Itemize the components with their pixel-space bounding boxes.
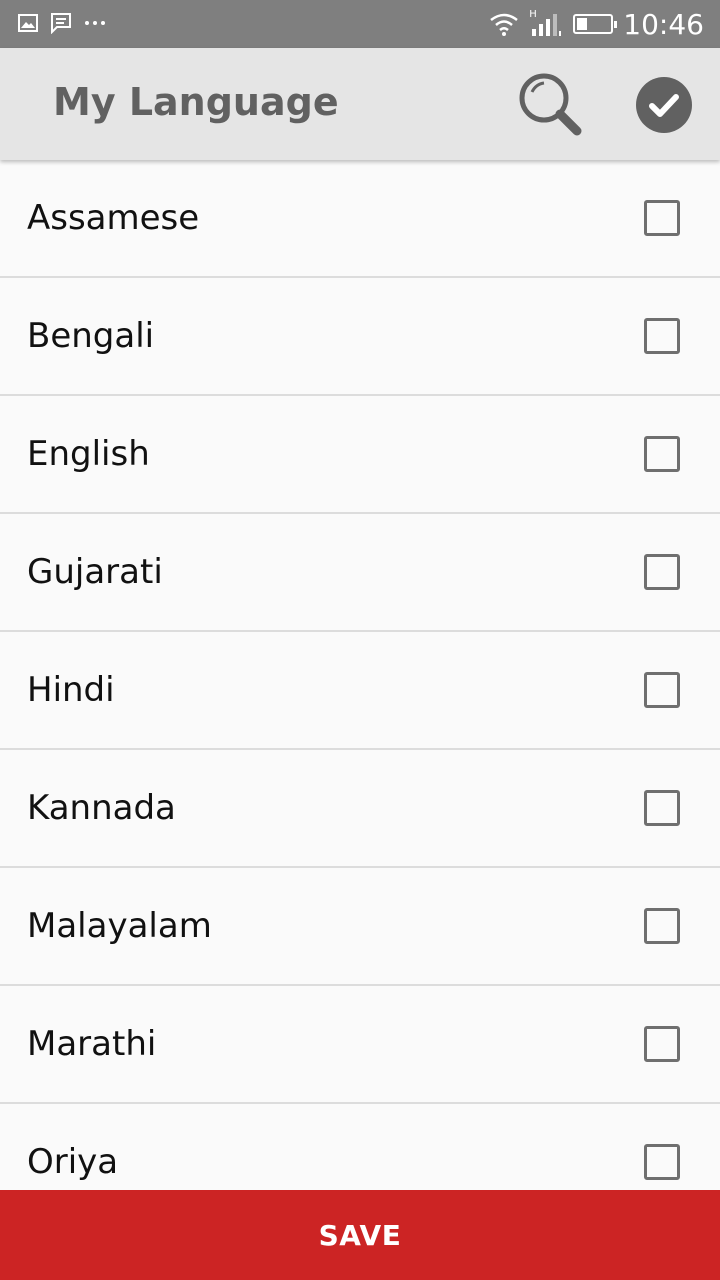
language-checkbox[interactable] (644, 672, 680, 708)
language-checkbox[interactable] (644, 908, 680, 944)
language-row[interactable]: Marathi (0, 986, 720, 1104)
language-row[interactable]: Oriya (0, 1104, 720, 1190)
language-checkbox[interactable] (644, 554, 680, 590)
signal-indicator: H (529, 9, 563, 37)
language-label: Oriya (27, 1142, 119, 1182)
language-label: Marathi (27, 1024, 157, 1064)
language-row[interactable]: English (0, 396, 720, 514)
status-bar: H 10:46 (0, 0, 720, 48)
app-bar: My Language (0, 48, 720, 160)
done-button[interactable] (636, 77, 692, 133)
battery-fill (577, 18, 587, 30)
status-bar-system: H 10:46 (489, 0, 704, 48)
language-label: Kannada (27, 788, 176, 828)
language-label: Malayalam (27, 906, 212, 946)
wifi-icon (490, 13, 519, 36)
language-checkbox[interactable] (644, 436, 680, 472)
more-dots-icon (85, 21, 105, 25)
search-button[interactable] (514, 70, 590, 140)
language-row[interactable]: Assamese (0, 160, 720, 278)
signal-icon (532, 14, 562, 36)
language-row[interactable]: Gujarati (0, 514, 720, 632)
status-bar-notifications (18, 12, 106, 34)
status-time: 10:46 (623, 7, 704, 41)
language-row[interactable]: Kannada (0, 750, 720, 868)
language-label: Assamese (27, 198, 200, 238)
language-checkbox[interactable] (644, 1026, 680, 1062)
language-checkbox[interactable] (644, 1144, 680, 1180)
language-checkbox[interactable] (644, 318, 680, 354)
language-label: Gujarati (27, 552, 163, 592)
language-checkbox[interactable] (644, 200, 680, 236)
language-label: English (27, 434, 150, 474)
search-icon (519, 73, 582, 136)
language-label: Bengali (27, 316, 155, 356)
message-icon (51, 13, 71, 34)
language-checkbox[interactable] (644, 790, 680, 826)
save-button[interactable]: SAVE (0, 1190, 720, 1280)
page-title: My Language (53, 80, 339, 124)
language-row[interactable]: Hindi (0, 632, 720, 750)
check-circle-icon (649, 94, 679, 117)
language-row[interactable]: Malayalam (0, 868, 720, 986)
language-label: Hindi (27, 670, 115, 710)
language-row[interactable]: Bengali (0, 278, 720, 396)
language-list[interactable]: Assamese Bengali English Gujarati Hindi Kanna… (0, 160, 720, 1190)
gallery-icon (18, 14, 38, 32)
save-button-label: SAVE (318, 1218, 402, 1252)
battery-icon (573, 14, 618, 34)
